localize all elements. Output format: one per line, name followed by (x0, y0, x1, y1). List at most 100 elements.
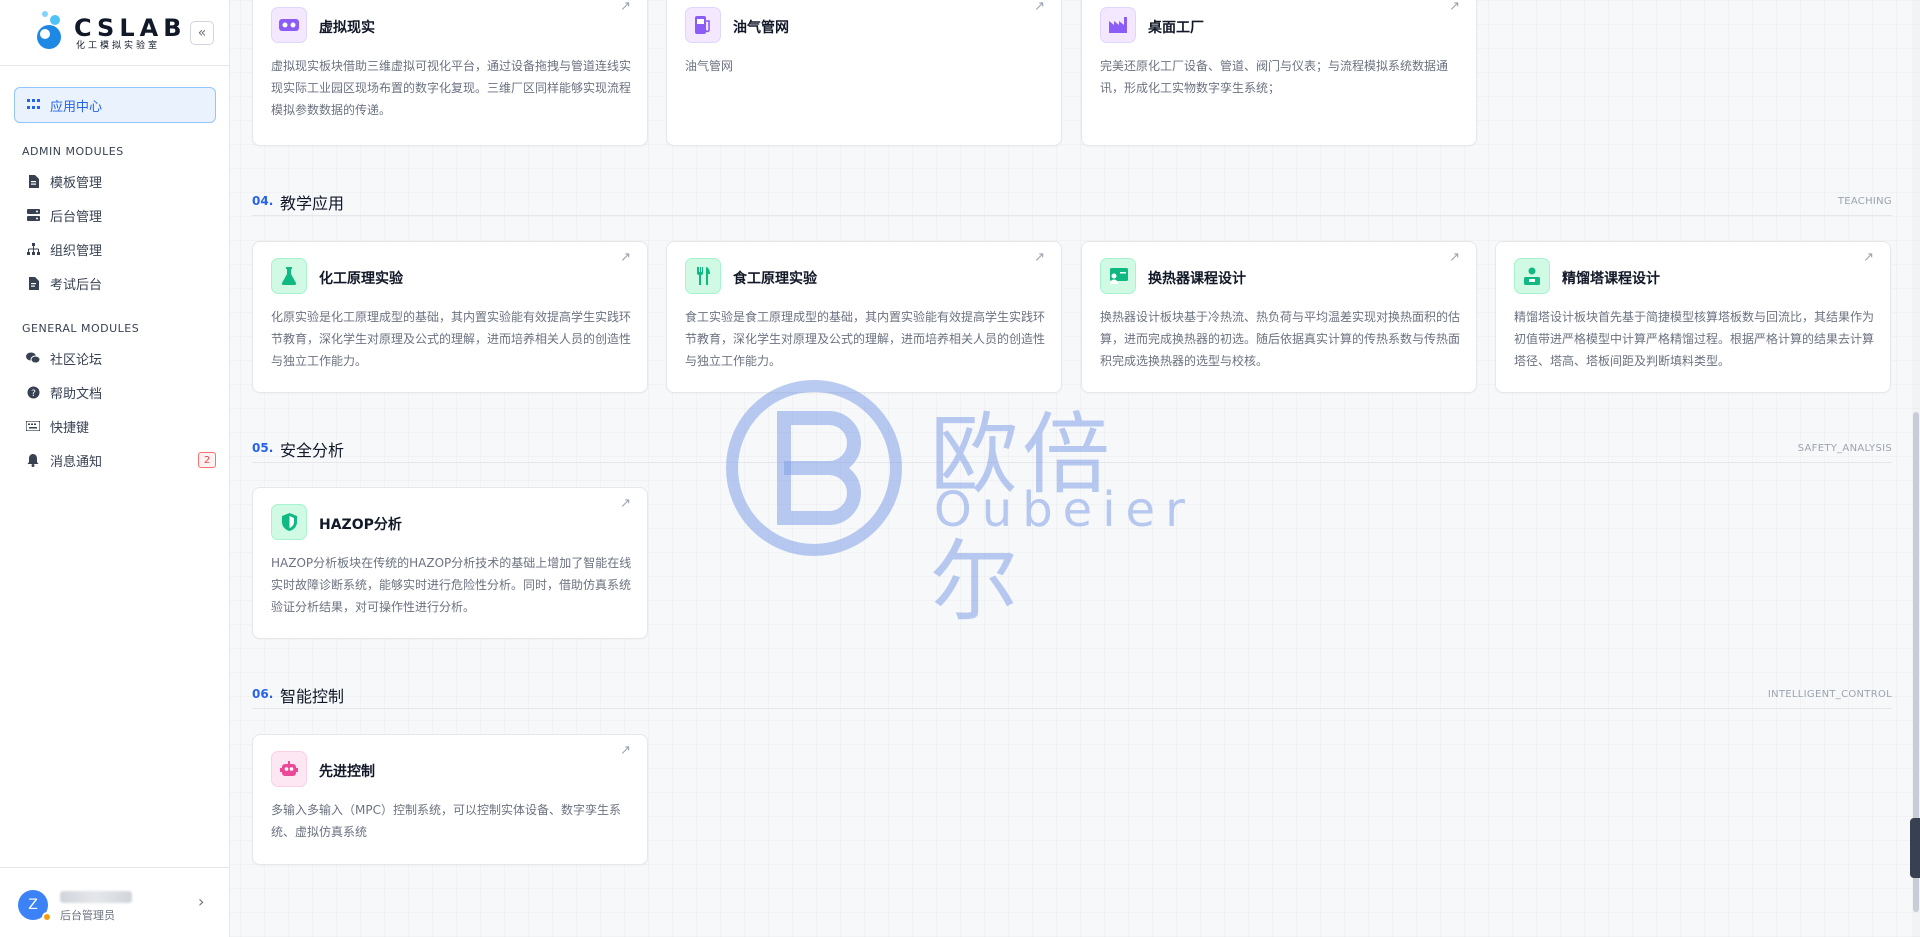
nav-item-label: 应用中心 (50, 99, 103, 115)
user-name-redacted (60, 891, 132, 903)
nav-item-label: 帮助文档 (50, 386, 103, 402)
flask-icon (271, 258, 307, 294)
fuel-pump-icon (685, 7, 721, 43)
nav-item-backend-mgmt[interactable]: 后台管理 (26, 202, 216, 228)
section-code: SAFETY_ANALYSIS (1797, 443, 1892, 454)
chevron-right-icon[interactable]: › (198, 892, 204, 911)
side-panel-handle[interactable] (1910, 818, 1920, 878)
general-modules-label: GENERAL MODULES (22, 322, 140, 335)
card-description: 精馏塔设计板块首先基于简捷模型核算塔板数与回流比，其结果作为初值带进严格模型中计… (1514, 310, 1875, 368)
utensils-icon (685, 258, 721, 294)
card-title: 食工原理实验 (733, 271, 817, 287)
admin-modules-label: ADMIN MODULES (22, 145, 124, 158)
user-role: 后台管理员 (60, 909, 115, 922)
external-link-arrow-icon[interactable]: ↗ (620, 250, 631, 265)
nav-item-label: 组织管理 (50, 243, 103, 259)
keyboard-icon (26, 419, 40, 433)
external-link-arrow-icon[interactable]: ↗ (620, 743, 631, 758)
card-description: HAZOP分析板块在传统的HAZOP分析技术的基础上增加了智能在线实时故障诊断系… (271, 556, 632, 614)
robot-icon (271, 751, 307, 787)
nav-item-label: 消息通知 (50, 454, 103, 470)
bell-icon (26, 453, 40, 467)
nav-item-forum[interactable]: 社区论坛 (26, 345, 216, 371)
nav-item-label: 快捷键 (50, 420, 90, 436)
chat-bubbles-icon (26, 351, 40, 365)
nav-item-label: 后台管理 (50, 209, 103, 225)
card-title: 先进控制 (319, 764, 375, 780)
section-number: 04. (252, 194, 274, 208)
watermark-text-cn: 欧倍尔 (930, 403, 1115, 633)
file-text-icon (26, 276, 40, 290)
section-header-teaching: 04. 教学应用 TEACHING (252, 188, 1892, 216)
factory-icon (1100, 7, 1136, 43)
card-title: HAZOP分析 (319, 517, 402, 533)
question-circle-icon: ? (26, 385, 40, 399)
external-link-arrow-icon[interactable]: ↗ (1034, 250, 1045, 265)
sidebar: CSLAB 化工模拟实验室 « 应用中心 ADMIN MODULES 模板管理 … (0, 0, 230, 937)
external-link-arrow-icon[interactable]: ↗ (1449, 250, 1460, 265)
card-title: 化工原理实验 (319, 271, 403, 287)
nav-item-label: 模板管理 (50, 175, 103, 191)
nav-item-exam-backend[interactable]: 考试后台 (26, 270, 216, 296)
nav-item-template-mgmt[interactable]: 模板管理 (26, 168, 216, 194)
org-chart-icon (26, 242, 40, 256)
card-chem-principles-lab[interactable]: 化工原理实验 ↗ 化原实验是化工原理成型的基础，其内置实验能有效提高学生实践环节… (252, 241, 648, 393)
section-code: INTELLIGENT_CONTROL (1767, 689, 1892, 700)
card-distillation-tower-design[interactable]: 精馏塔课程设计 ↗ 精馏塔设计板块首先基于简捷模型核算塔板数与回流比，其结果作为… (1495, 241, 1891, 393)
card-title: 桌面工厂 (1148, 20, 1204, 36)
section-number: 06. (252, 687, 274, 701)
card-oil-gas-pipeline[interactable]: 油气管网 ↗ 油气管网 (666, 0, 1062, 146)
card-title: 精馏塔课程设计 (1562, 271, 1660, 287)
nav-item-label: 社区论坛 (50, 352, 103, 368)
nav-item-notifications[interactable]: 消息通知 2 (26, 447, 216, 473)
card-description: 完美还原化工厂设备、管道、阀门与仪表；与流程模拟系统数据通讯，形成化工实物数字孪… (1100, 59, 1449, 95)
nav-item-org-mgmt[interactable]: 组织管理 (26, 236, 216, 262)
double-chevron-left-icon: « (197, 25, 207, 41)
watermark-text-en: Oubeier (934, 482, 1195, 538)
card-description: 多输入多输入（MPC）控制系统，可以控制实体设备、数字孪生系统、虚拟仿真系统 (271, 803, 621, 839)
card-heat-exchanger-design[interactable]: 换热器课程设计 ↗ 换热器设计板块基于冷热流、热负荷与平均温差实现对换热面积的估… (1081, 241, 1477, 393)
shield-icon (271, 504, 307, 540)
card-description: 换热器设计板块基于冷热流、热负荷与平均温差实现对换热面积的估算，进而完成换热器的… (1100, 310, 1461, 368)
nav-item-shortcuts[interactable]: 快捷键 (26, 413, 216, 439)
watermark: 欧倍尔 Oubeier (724, 378, 1204, 633)
notification-count-badge: 2 (198, 452, 216, 468)
card-advanced-control[interactable]: 先进控制 ↗ 多输入多输入（MPC）控制系统，可以控制实体设备、数字孪生系统、虚… (252, 734, 648, 865)
grid-icon (27, 98, 40, 112)
card-description: 化原实验是化工原理成型的基础，其内置实验能有效提高学生实践环节教育，深化学生对原… (271, 310, 632, 368)
vr-headset-icon (271, 7, 307, 43)
svg-text:?: ? (31, 389, 36, 399)
cslab-logo-icon (37, 11, 61, 49)
logo-subtitle: 化工模拟实验室 (76, 41, 161, 51)
section-title: 教学应用 (280, 194, 345, 213)
external-link-arrow-icon[interactable]: ↗ (1863, 250, 1874, 265)
section-title: 安全分析 (280, 441, 345, 460)
status-dot (42, 912, 52, 922)
card-desktop-factory[interactable]: 桌面工厂 ↗ 完美还原化工厂设备、管道、阀门与仪表；与流程模拟系统数据通讯，形成… (1081, 0, 1477, 146)
student-desk-icon (1514, 258, 1550, 294)
card-description: 油气管网 (685, 59, 734, 73)
nav-item-app-center[interactable]: 应用中心 (14, 87, 216, 123)
card-title: 虚拟现实 (319, 20, 375, 36)
section-number: 05. (252, 441, 274, 455)
card-title: 油气管网 (733, 20, 789, 36)
card-title: 换热器课程设计 (1148, 271, 1246, 287)
user-profile[interactable]: Z 后台管理员 › (0, 867, 230, 937)
card-hazop-analysis[interactable]: HAZOP分析 ↗ HAZOP分析板块在传统的HAZOP分析技术的基础上增加了智… (252, 487, 648, 639)
logo-area: CSLAB 化工模拟实验室 « (0, 0, 229, 66)
external-link-arrow-icon[interactable]: ↗ (1034, 0, 1045, 14)
card-food-principles-lab[interactable]: 食工原理实验 ↗ 食工实验是食工原理成型的基础，其内置实验能有效提高学生实践环节… (666, 241, 1062, 393)
watermark-logo-icon (726, 380, 902, 556)
section-code: TEACHING (1837, 196, 1892, 207)
nav-item-help-docs[interactable]: ? 帮助文档 (26, 379, 216, 405)
collapse-sidebar-button[interactable]: « (190, 21, 214, 45)
card-description: 虚拟现实板块借助三维虚拟可视化平台，通过设备拖拽与管道连线实现实际工业园区现场布… (271, 59, 632, 117)
document-icon (26, 174, 40, 188)
card-virtual-reality[interactable]: 虚拟现实 ↗ 虚拟现实板块借助三维虚拟可视化平台，通过设备拖拽与管道连线实现实际… (252, 0, 648, 146)
external-link-arrow-icon[interactable]: ↗ (620, 496, 631, 511)
section-header-intelligent-control: 06. 智能控制 INTELLIGENT_CONTROL (252, 681, 1892, 709)
external-link-arrow-icon[interactable]: ↗ (620, 0, 631, 14)
nav-item-label: 考试后台 (50, 277, 103, 293)
external-link-arrow-icon[interactable]: ↗ (1449, 0, 1460, 14)
section-title: 智能控制 (280, 687, 345, 706)
